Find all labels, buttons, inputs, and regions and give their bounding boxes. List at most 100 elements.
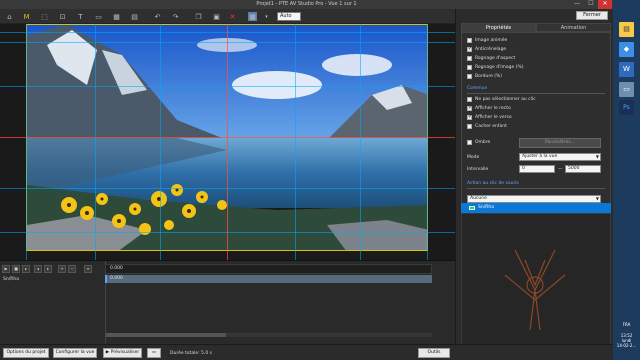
guide-line[interactable] [295, 24, 296, 260]
chevron-down-icon: ▼ [595, 196, 599, 201]
tab-properties[interactable]: Propriétés [461, 23, 536, 32]
text-icon[interactable]: T [76, 12, 85, 21]
timeline-scrollbar[interactable] [106, 333, 432, 337]
timeline-ruler[interactable]: 0.000 [105, 264, 432, 274]
maximize-button[interactable]: ☐ [584, 0, 598, 9]
photoshop-icon[interactable]: Ps [619, 100, 634, 115]
project-options-button[interactable]: Options du projet [3, 348, 49, 358]
divider [467, 188, 605, 189]
checkbox-no-select[interactable]: Ne pas sélectionner au clic [467, 96, 536, 103]
guide-line[interactable] [95, 24, 96, 260]
checkbox[interactable] [467, 106, 472, 111]
frame-icon[interactable]: M [22, 12, 31, 21]
undo-icon[interactable]: ↶ [153, 12, 162, 21]
taskbar: ▤ ◆ W ▭ Ps FRA 13:52 lundi 14-02-2... [613, 0, 640, 360]
track-label: Sn/Rha [3, 277, 19, 282]
stop-icon[interactable]: ■ [12, 265, 20, 273]
tab-animation[interactable]: Animation [536, 23, 611, 32]
checkbox[interactable] [467, 74, 472, 79]
copy-icon[interactable]: ❐ [194, 12, 203, 21]
interval-label: Intervalle [467, 167, 489, 172]
delete-icon[interactable]: ✕ [228, 12, 237, 21]
section-common: Commun [467, 86, 488, 91]
camera-icon[interactable]: ⌂ [5, 12, 14, 21]
checkbox-image-crop[interactable]: Rognage d'image (%) [467, 64, 524, 71]
timeline: ▶ ■ ▸ ◂ ▸ + − ≡ 0.000 Sn/Rha 0.000 [0, 260, 455, 345]
configure-view-button[interactable]: Configurer la vue [53, 348, 97, 358]
next-key-icon[interactable]: ▸ [44, 265, 52, 273]
remove-key-icon[interactable]: − [68, 265, 76, 273]
checkbox-aspect-crop[interactable]: Rognage d'aspect [467, 55, 515, 62]
checkbox-hide-child[interactable]: Cacher enfant [467, 123, 507, 130]
rectangle-icon[interactable]: ▭ [94, 12, 103, 21]
preview-button[interactable]: ▶ Prévisualiser [103, 348, 142, 358]
track-clip[interactable]: 0.000 [105, 275, 432, 283]
total-duration: Durée totale: 5.0 s [170, 351, 212, 356]
interval-separator: — [558, 167, 563, 172]
checkbox[interactable] [467, 124, 472, 129]
checkbox[interactable] [467, 38, 472, 43]
checkbox-show-back[interactable]: Afficher le verso [467, 114, 512, 121]
checkbox-animated-image[interactable]: Image animée [467, 37, 507, 44]
toolbar: ⌂ M ⬚ ⊡ T ▭ ▦ ▤ ↶ ↷ ❐ ▣ ✕ ▦ ▾ Auto [0, 9, 455, 24]
guide-line-center[interactable] [227, 24, 228, 260]
checkbox[interactable] [467, 140, 472, 145]
checkbox-antialiasing[interactable]: Anticrénelage [467, 46, 506, 53]
checkbox-shadow[interactable]: Ombre [467, 139, 490, 146]
checkbox[interactable] [467, 65, 472, 70]
checkbox[interactable] [467, 115, 472, 120]
guide-line[interactable] [360, 24, 361, 260]
mode-select[interactable]: Ajuster à la vue ▼ [519, 153, 601, 161]
close-button[interactable]: ✕ [598, 0, 612, 9]
click-action-select[interactable]: Aucune ▼ [467, 195, 601, 203]
checkbox-border[interactable]: Bordure (%) [467, 73, 502, 80]
image-object-icon [469, 206, 475, 210]
shadow-params-button[interactable]: Paramètres... [519, 138, 601, 148]
chevron-down-icon: ▼ [595, 154, 599, 159]
section-click-action: Action au clic de souris [467, 181, 519, 186]
slide-canvas[interactable] [0, 24, 455, 260]
key-menu-icon[interactable]: ≡ [84, 265, 92, 273]
object-list-item[interactable]: Sn/Rha [461, 203, 611, 213]
redo-icon[interactable]: ↷ [171, 12, 180, 21]
paste-icon[interactable]: ▣ [212, 12, 221, 21]
zoom-select[interactable]: Auto [277, 12, 301, 21]
checkbox[interactable] [467, 47, 472, 52]
video-icon[interactable]: ▤ [130, 12, 139, 21]
add-key-icon[interactable]: + [58, 265, 66, 273]
close-panel-button[interactable]: Fermer [576, 11, 608, 20]
word-icon[interactable]: W [619, 62, 634, 77]
guide-line[interactable] [427, 24, 428, 260]
crop-icon[interactable]: ⊡ [58, 12, 67, 21]
guide-line[interactable] [160, 24, 161, 260]
fullscreen-icon[interactable]: ▭ [147, 348, 161, 358]
interval-to-input[interactable]: 5000 [565, 165, 601, 173]
image-icon[interactable]: ▦ [112, 12, 121, 21]
window-icon[interactable]: ▭ [619, 82, 634, 97]
scrollbar-thumb[interactable] [106, 333, 226, 337]
folder-icon[interactable]: ▤ [619, 22, 634, 37]
app-window: Projet1 - PTE AV Studio Pro - Vue 1 sur … [0, 0, 613, 360]
mode-label: Mode [467, 155, 480, 160]
play-icon[interactable]: ▶ [2, 265, 10, 273]
minimize-button[interactable]: — [570, 0, 584, 9]
track[interactable]: 0.000 [105, 275, 432, 283]
divider [467, 93, 605, 94]
panel-tabs: Propriétés Animation [461, 23, 611, 32]
interval-from-input[interactable]: 0 [519, 165, 555, 173]
input-language[interactable]: FRA [614, 322, 639, 327]
properties-content: Image animée Anticrénelage Rognage d'asp… [461, 32, 611, 217]
grid-icon[interactable]: ▦ [248, 12, 257, 21]
frame-forward-icon[interactable]: ▸ [22, 265, 30, 273]
zoom-dropdown-icon[interactable]: ▾ [262, 12, 271, 21]
prev-key-icon[interactable]: ◂ [34, 265, 42, 273]
window-title: Projet1 - PTE AV Studio Pro - Vue 1 sur … [256, 1, 357, 7]
clock[interactable]: 13:52 lundi 14-02-2... [614, 333, 639, 348]
checkbox-show-front[interactable]: Afficher le recto [467, 105, 511, 112]
checkbox[interactable] [467, 56, 472, 61]
select-icon[interactable]: ⬚ [40, 12, 49, 21]
guide-line[interactable] [26, 24, 27, 260]
app-icon[interactable]: ◆ [619, 42, 634, 57]
tools-button[interactable]: Outils [418, 348, 450, 358]
checkbox[interactable] [467, 97, 472, 102]
